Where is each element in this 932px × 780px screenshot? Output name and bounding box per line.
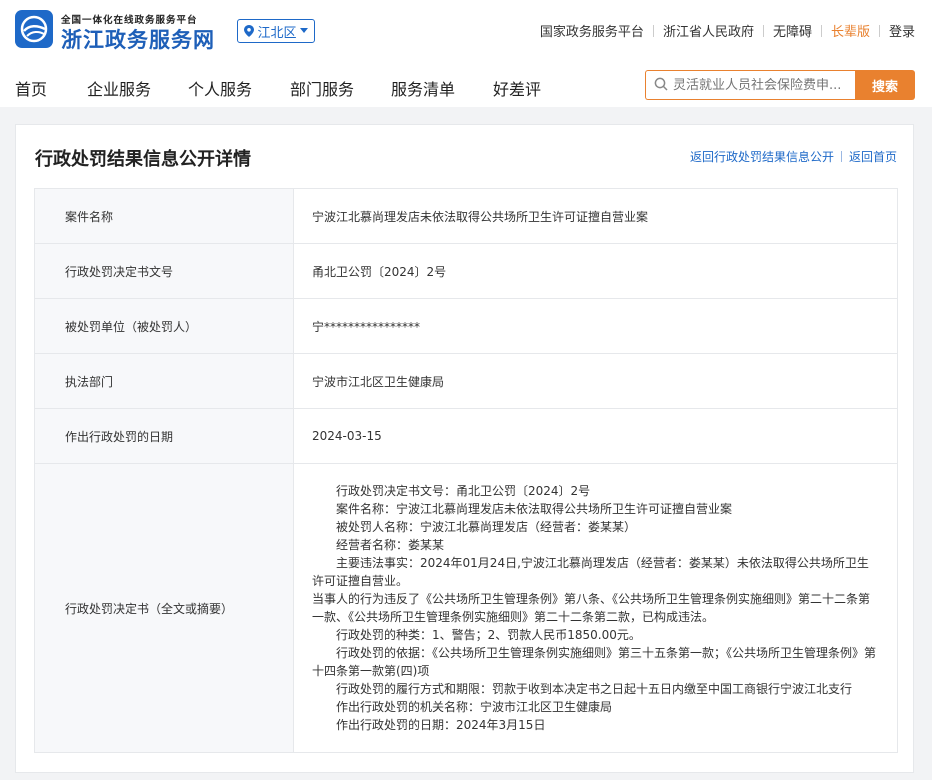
location-pin-icon xyxy=(244,25,255,37)
field-value-penalty-date: 2024-03-15 xyxy=(293,408,898,464)
decision-line: 行政处罚决定书文号：甬北卫公罚〔2024〕2号 xyxy=(336,484,591,498)
table-row: 执法部门 宁波市江北区卫生健康局 xyxy=(34,353,898,409)
page-title: 行政处罚结果信息公开详情 xyxy=(35,149,251,170)
detail-card: 行政处罚结果信息公开详情 返回行政处罚结果信息公开 返回首页 案件名称 宁波江北… xyxy=(15,124,914,773)
field-label: 被处罚单位（被处罚人） xyxy=(34,298,294,354)
table-row: 被处罚单位（被处罚人） 宁**************** xyxy=(34,298,898,354)
search-icon xyxy=(654,76,668,95)
divider xyxy=(762,24,764,37)
caret-down-icon xyxy=(299,28,308,34)
decision-line: 经营者名称：娄某某 xyxy=(336,538,445,552)
search-box xyxy=(645,70,857,100)
field-label: 执法部门 xyxy=(34,353,294,409)
link-elder-version[interactable]: 长辈版 xyxy=(831,21,870,40)
decision-line: 行政处罚的履行方式和期限：罚款于收到本决定书之日起十五日内缴至中国工商银行宁波江… xyxy=(336,682,853,696)
nav-item-service-list[interactable]: 服务清单 xyxy=(391,76,455,100)
divider xyxy=(820,24,822,37)
region-label: 江北区 xyxy=(257,25,297,41)
back-to-list-link[interactable]: 返回行政处罚结果信息公开 xyxy=(690,148,834,165)
decision-line: 作出行政处罚的日期：2024年3月15日 xyxy=(336,718,546,732)
field-label: 案件名称 xyxy=(34,188,294,244)
top-header: 全国一体化在线政务服务平台 浙江政务服务网 江北区 国家政务服务平台 浙江省人民… xyxy=(0,0,932,62)
region-selector[interactable]: 江北区 xyxy=(237,19,315,43)
link-accessibility[interactable]: 无障碍 xyxy=(773,21,812,40)
decision-line: 主要违法事实：2024年01月24日,宁波江北慕尚理发店（经营者：娄某某）未依法… xyxy=(312,556,869,588)
link-national-platform[interactable]: 国家政务服务平台 xyxy=(540,21,644,40)
field-label: 行政处罚决定书文号 xyxy=(34,243,294,299)
decision-line: 行政处罚的依据：《公共场所卫生管理条例实施细则》第三十五条第一款；《公共场所卫生… xyxy=(312,646,877,678)
divider xyxy=(840,151,842,162)
top-links: 国家政务服务平台 浙江省人民政府 无障碍 长辈版 登录 xyxy=(540,21,915,40)
table-row: 作出行政处罚的日期 2024-03-15 xyxy=(34,408,898,464)
decision-line: 案件名称：宁波江北慕尚理发店未依法取得公共场所卫生许可证擅自营业案 xyxy=(336,502,733,516)
logo-title[interactable]: 浙江政务服务网 xyxy=(61,24,215,54)
decision-full-text: 行政处罚决定书文号：甬北卫公罚〔2024〕2号 案件名称：宁波江北慕尚理发店未依… xyxy=(293,463,898,753)
decision-line: 被处罚人名称：宁波江北慕尚理发店（经营者：娄某某） xyxy=(336,520,637,534)
table-row: 行政处罚决定书（全文或摘要） 行政处罚决定书文号：甬北卫公罚〔2024〕2号 案… xyxy=(34,463,898,753)
field-value-document-number: 甬北卫公罚〔2024〕2号 xyxy=(293,243,898,299)
decision-line: 当事人的行为违反了《公共场所卫生管理条例》第八条、《公共场所卫生管理条例实施细则… xyxy=(312,592,871,624)
link-zhejiang-government[interactable]: 浙江省人民政府 xyxy=(663,21,754,40)
table-row: 行政处罚决定书文号 甬北卫公罚〔2024〕2号 xyxy=(34,243,898,299)
nav-item-department[interactable]: 部门服务 xyxy=(290,76,354,100)
penalty-info-table: 案件名称 宁波江北慕尚理发店未依法取得公共场所卫生许可证擅自营业案 行政处罚决定… xyxy=(34,188,898,753)
back-to-home-link[interactable]: 返回首页 xyxy=(849,148,897,165)
field-label: 作出行政处罚的日期 xyxy=(34,408,294,464)
divider xyxy=(878,24,880,37)
divider xyxy=(652,24,654,37)
nav-item-home[interactable]: 首页 xyxy=(15,76,47,100)
field-value-case-name: 宁波江北慕尚理发店未依法取得公共场所卫生许可证擅自营业案 xyxy=(293,188,898,244)
card-links: 返回行政处罚结果信息公开 返回首页 xyxy=(690,148,897,165)
decision-line: 行政处罚的种类：1、警告；2、罚款人民币1850.00元。 xyxy=(336,628,641,642)
field-value-penalized-party: 宁**************** xyxy=(293,298,898,354)
nav-item-personal[interactable]: 个人服务 xyxy=(188,76,252,100)
search-input[interactable] xyxy=(673,77,853,93)
login-link[interactable]: 登录 xyxy=(889,21,915,40)
search-button[interactable]: 搜索 xyxy=(855,70,915,100)
field-value-enforcement-dept: 宁波市江北区卫生健康局 xyxy=(293,353,898,409)
decision-line: 作出行政处罚的机关名称：宁波市江北区卫生健康局 xyxy=(336,700,613,714)
site-logo-icon[interactable] xyxy=(15,10,53,48)
field-label: 行政处罚决定书（全文或摘要） xyxy=(34,463,294,753)
nav-item-enterprise[interactable]: 企业服务 xyxy=(87,76,151,100)
nav-item-evaluation[interactable]: 好差评 xyxy=(493,76,541,100)
table-row: 案件名称 宁波江北慕尚理发店未依法取得公共场所卫生许可证擅自营业案 xyxy=(34,188,898,244)
